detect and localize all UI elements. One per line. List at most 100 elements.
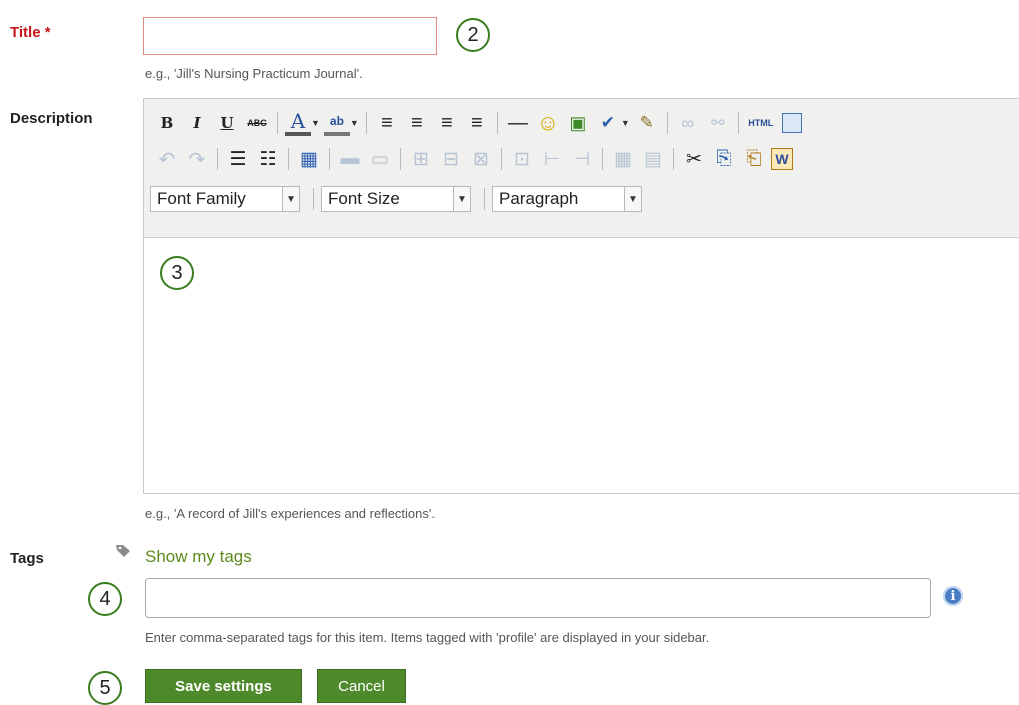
toolbar-separator (400, 148, 401, 170)
unlink-button[interactable]: ⚯ (705, 110, 731, 136)
toolbar-separator (329, 148, 330, 170)
toolbar-separator (365, 112, 367, 134)
merge-cells-button[interactable]: ▤ (640, 146, 666, 172)
description-label: Description (10, 110, 93, 127)
image-icon: ▣ (569, 112, 587, 133)
split-cells-button[interactable]: ▦ (610, 146, 636, 172)
horizontal-rule-icon: — (507, 111, 528, 134)
description-hint: e.g., 'A record of Jill's experiences an… (145, 506, 435, 521)
image-button[interactable]: ▣ (565, 110, 591, 136)
justify-icon: ≡ (471, 111, 483, 134)
paste-from-word-button[interactable]: W (771, 148, 793, 170)
highlight-color-button[interactable]: ab (323, 110, 350, 136)
redo-icon: ↷ (188, 148, 206, 171)
bold-icon: B (160, 114, 174, 132)
toolbar-row-1: B I U ABC A ▼ ab ▼ ≡ ≡ ≡ ≡ — ☺ ▣ ✔ ▼ ✎ ∞… (154, 107, 806, 139)
paragraph-format-select[interactable]: Paragraph ▼ (492, 186, 642, 212)
show-my-tags-link[interactable]: Show my tags (145, 547, 252, 567)
delete-row-icon: ⊠ (473, 148, 489, 170)
underline-icon: U (220, 114, 234, 132)
undo-button[interactable]: ↶ (154, 146, 180, 172)
cancel-button[interactable]: Cancel (317, 669, 406, 703)
cell-properties-button[interactable]: ▭ (367, 146, 393, 172)
align-right-button[interactable]: ≡ (434, 110, 460, 136)
toolbar-separator (666, 112, 668, 134)
align-left-icon: ≡ (381, 111, 393, 134)
spellcheck-dropdown-icon[interactable]: ▼ (621, 118, 630, 128)
undo-icon: ↶ (158, 148, 176, 171)
cleanup-button[interactable]: ✎ (634, 110, 660, 136)
horizontal-rule-button[interactable]: — (505, 110, 531, 136)
text-color-button[interactable]: A (285, 109, 311, 136)
insert-col-before-button[interactable]: ⊡ (509, 146, 535, 172)
split-cells-icon: ▦ (614, 148, 632, 170)
tags-input[interactable] (145, 578, 931, 618)
numbered-list-button[interactable]: ☷ (255, 146, 281, 172)
highlight-color-icon: ab (329, 114, 344, 128)
underline-button[interactable]: U (214, 110, 240, 136)
emoticon-button[interactable]: ☺ (535, 110, 561, 136)
copy-button[interactable]: ⎘ (711, 146, 737, 172)
toolbar-separator (501, 148, 502, 170)
chevron-down-icon: ▼ (453, 187, 470, 211)
table-edit-icon: ▦ (300, 148, 318, 170)
insert-col-after-icon: ⊢ (543, 148, 561, 170)
paragraph-format-value: Paragraph (499, 189, 579, 208)
italic-button[interactable]: I (184, 110, 210, 136)
align-right-icon: ≡ (441, 111, 453, 134)
cleanup-brush-icon: ✎ (639, 113, 654, 132)
delete-col-icon: ⊣ (573, 148, 591, 170)
highlight-color-dropdown-icon[interactable]: ▼ (350, 118, 359, 128)
tag-icon (115, 544, 131, 563)
fullscreen-button[interactable] (781, 113, 802, 133)
insert-col-after-button[interactable]: ⊢ (539, 146, 565, 172)
title-input[interactable] (143, 17, 437, 55)
redo-button[interactable]: ↷ (184, 146, 210, 172)
bullet-list-icon: ☰ (229, 148, 247, 170)
insert-row-before-button[interactable]: ⊞ (408, 146, 434, 172)
strikethrough-icon: ABC (247, 118, 267, 128)
tags-label: Tags (10, 550, 44, 567)
description-editor: B I U ABC A ▼ ab ▼ ≡ ≡ ≡ ≡ — ☺ ▣ ✔ ▼ ✎ ∞… (143, 98, 1019, 494)
font-family-select[interactable]: Font Family ▼ (150, 186, 300, 212)
editor-content-area[interactable] (144, 238, 1019, 493)
text-color-dropdown-icon[interactable]: ▼ (311, 118, 320, 128)
title-label: Title * (10, 24, 51, 41)
paste-button[interactable]: ⎗ (741, 146, 767, 172)
bullet-list-button[interactable]: ☰ (225, 146, 251, 172)
chevron-down-icon: ▼ (624, 187, 641, 211)
font-size-value: Font Size (328, 189, 400, 208)
insert-row-after-button[interactable]: ⊟ (438, 146, 464, 172)
delete-row-button[interactable]: ⊠ (468, 146, 494, 172)
justify-button[interactable]: ≡ (464, 110, 490, 136)
link-icon: ∞ (681, 112, 695, 133)
strikethrough-button[interactable]: ABC (244, 110, 270, 136)
cut-button[interactable]: ✂ (681, 146, 707, 172)
row-properties-icon: ▬ (340, 148, 360, 169)
merge-cells-icon: ▤ (644, 148, 662, 170)
toolbar-separator (737, 112, 739, 134)
toolbar-separator (217, 148, 218, 170)
toolbar-row-2: ↶ ↷ ☰ ☷ ▦ ▬ ▭ ⊞ ⊟ ⊠ ⊡ ⊢ ⊣ ▦ ▤ ✂ ⎘ ⎗ W (154, 143, 797, 175)
italic-icon: I (193, 114, 201, 132)
bold-button[interactable]: B (154, 110, 180, 136)
html-source-button[interactable]: HTML (746, 110, 776, 136)
link-button[interactable]: ∞ (675, 110, 701, 136)
insert-col-before-icon: ⊡ (514, 148, 530, 170)
callout-2: 2 (456, 18, 490, 52)
save-settings-button[interactable]: Save settings (145, 669, 302, 703)
row-properties-button[interactable]: ▬ (337, 146, 363, 172)
delete-col-button[interactable]: ⊣ (569, 146, 595, 172)
numbered-list-icon: ☷ (259, 148, 277, 170)
toolbar-separator (496, 112, 498, 134)
spellcheck-button[interactable]: ✔ (595, 110, 621, 136)
align-center-button[interactable]: ≡ (404, 110, 430, 136)
toolbar-separator (288, 148, 289, 170)
info-icon[interactable]: i (943, 586, 963, 606)
title-hint: e.g., 'Jill's Nursing Practicum Journal'… (145, 66, 363, 81)
toolbar-row-3: Font Family ▼ Font Size ▼ Paragraph ▼ (150, 183, 652, 215)
font-size-select[interactable]: Font Size ▼ (321, 186, 471, 212)
insert-table-button[interactable]: ▦ (296, 146, 322, 172)
insert-row-after-icon: ⊟ (443, 148, 459, 170)
align-left-button[interactable]: ≡ (374, 110, 400, 136)
